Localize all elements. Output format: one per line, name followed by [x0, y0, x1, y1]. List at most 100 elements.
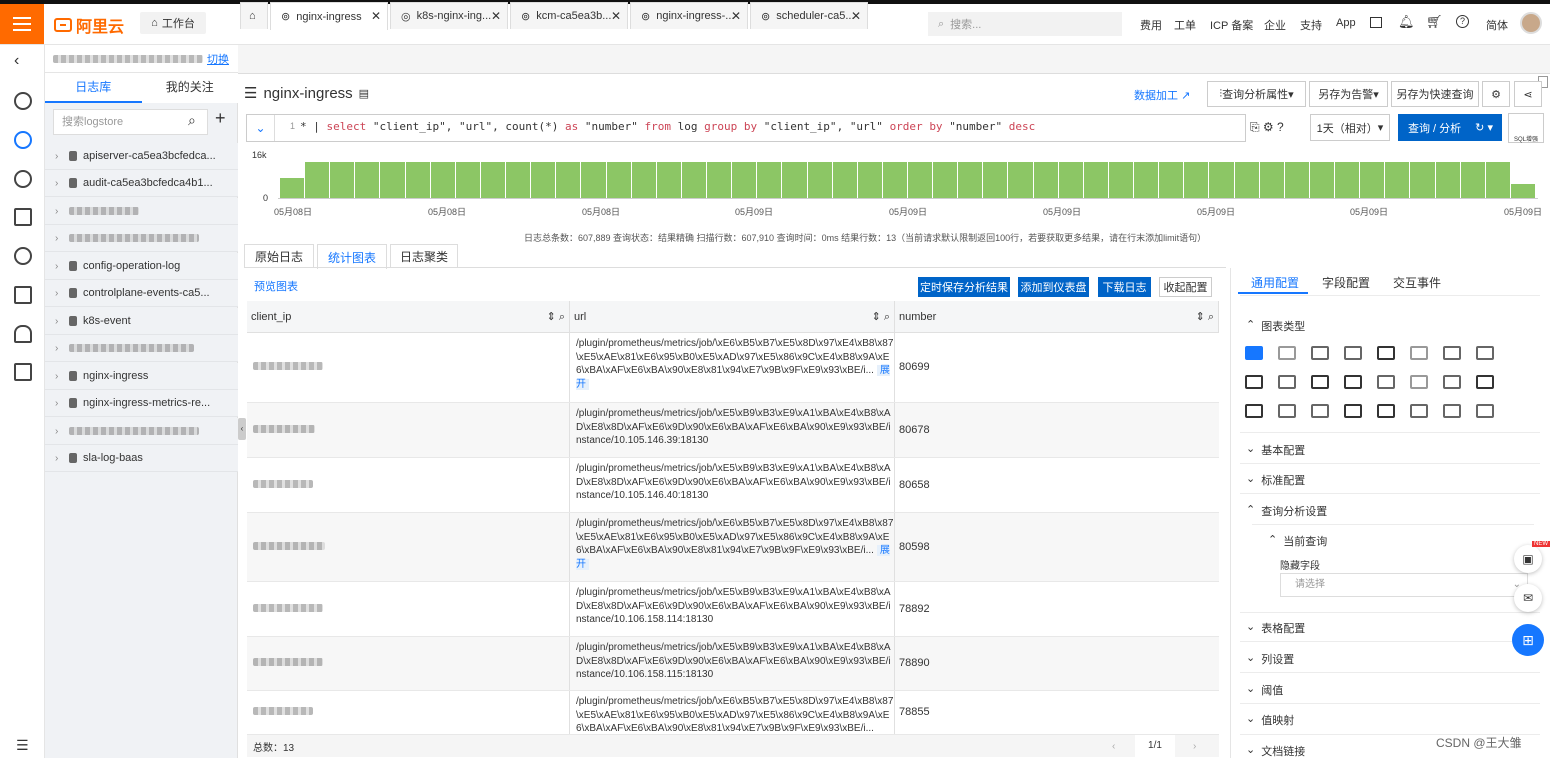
- tab-kcm[interactable]: ⊚ kcm-ca5ea3b... ✕: [510, 2, 628, 29]
- progress-bar-icon[interactable]: [1443, 346, 1461, 360]
- tab-scheduler[interactable]: ⊚ scheduler-ca5... ✕: [750, 2, 868, 29]
- topology-icon[interactable]: [1344, 404, 1362, 418]
- query-settings-section[interactable]: ⌃ 查询分析设置: [1246, 503, 1327, 519]
- column-header-number[interactable]: number ⇕ ⌕: [895, 301, 1219, 333]
- scatter-icon[interactable]: [1443, 404, 1461, 418]
- column-chart-icon[interactable]: [1344, 346, 1362, 360]
- home-tab[interactable]: ⌂: [240, 2, 268, 29]
- preview-chart-link[interactable]: 预览图表: [254, 278, 298, 294]
- hidden-fields-select[interactable]: 请选择 ⌄: [1280, 573, 1528, 597]
- logstore-item[interactable]: › nginx-ingress-metrics-re...: [45, 390, 238, 417]
- nav-enterprise[interactable]: 企业: [1264, 17, 1286, 33]
- chart-type-section[interactable]: ⌃ 图表类型: [1246, 318, 1305, 334]
- radar-icon[interactable]: [1476, 404, 1494, 418]
- close-icon[interactable]: ✕: [851, 9, 861, 23]
- histogram-bar[interactable]: [1485, 162, 1511, 198]
- histogram-bar[interactable]: [908, 162, 934, 198]
- search-analyze-button[interactable]: 查询 / 分析 ↻ ▾: [1398, 114, 1502, 141]
- table-row[interactable]: /plugin/prometheus/metrics/job/\xE6\xB5\…: [247, 691, 1219, 735]
- histogram-bar[interactable]: [1234, 162, 1260, 198]
- column-header-url[interactable]: url ⇕ ⌕: [570, 301, 895, 333]
- table-row[interactable]: /plugin/prometheus/metrics/job/\xE5\xB9\…: [247, 637, 1219, 691]
- avatar[interactable]: [1520, 12, 1542, 34]
- table-config-section[interactable]: ⌄ 表格配置: [1246, 620, 1305, 636]
- dashboard-icon[interactable]: [14, 170, 32, 188]
- tab-nginx-ingress-2[interactable]: ⊚ nginx-ingress-... ✕: [630, 2, 748, 29]
- tab-general-config[interactable]: 通用配置: [1251, 274, 1299, 291]
- box-plot-icon[interactable]: [1377, 404, 1395, 418]
- table-row[interactable]: /plugin/prometheus/metrics/job/\xE6\xB5\…: [247, 513, 1219, 582]
- nav-support[interactable]: 支持: [1300, 17, 1322, 33]
- collapse-config-button[interactable]: 收起配置: [1159, 277, 1212, 297]
- tab-log-cluster[interactable]: 日志聚类: [390, 244, 458, 268]
- histogram-bar[interactable]: [1159, 162, 1185, 198]
- add-icon[interactable]: +: [215, 108, 226, 129]
- logstore-item[interactable]: ›: [45, 335, 238, 362]
- collapse-arrow-icon[interactable]: ‹: [14, 52, 19, 70]
- histogram-bar[interactable]: [757, 162, 783, 198]
- sort-filter-icon[interactable]: ⇕ ⌕: [872, 310, 890, 324]
- histogram-bar[interactable]: [807, 162, 833, 198]
- table-row[interactable]: /plugin/prometheus/metrics/job/\xE5\xB9\…: [247, 582, 1219, 637]
- terminal-icon[interactable]: [1370, 17, 1382, 28]
- histogram-bar[interactable]: [1284, 162, 1310, 198]
- standard-config-section[interactable]: ⌄ 标准配置: [1246, 472, 1305, 488]
- logstore-item[interactable]: › audit-ca5ea3bcfedca4b1...: [45, 170, 238, 197]
- apps-float-icon[interactable]: ⊞: [1512, 624, 1544, 656]
- chevron-down-icon[interactable]: ⌄: [247, 115, 275, 141]
- single-value-icon[interactable]: [1410, 346, 1428, 360]
- next-page-icon[interactable]: ›: [1193, 741, 1196, 752]
- logstore-item[interactable]: › apiserver-ca5ea3bcfedca...: [45, 143, 238, 170]
- histogram[interactable]: [280, 162, 1536, 198]
- histogram-bar[interactable]: [1410, 162, 1436, 198]
- gear-icon[interactable]: ⚙: [1482, 81, 1510, 107]
- histogram-bar[interactable]: [1510, 183, 1536, 198]
- histogram-bar[interactable]: [656, 162, 682, 198]
- tab-interaction-events[interactable]: 交互事件: [1393, 274, 1441, 291]
- report-icon[interactable]: [14, 286, 32, 304]
- logstore-item[interactable]: › config-operation-log: [45, 253, 238, 280]
- feedback-icon[interactable]: ▣: [1514, 545, 1542, 573]
- tag-list-icon[interactable]: [1476, 346, 1494, 360]
- save-schedule-button[interactable]: 定时保存分析结果: [918, 277, 1010, 297]
- histogram-bar[interactable]: [857, 162, 883, 198]
- histogram-bar[interactable]: [1033, 162, 1059, 198]
- heatmap-icon[interactable]: [1311, 404, 1329, 418]
- histogram-bar[interactable]: [305, 162, 331, 198]
- logstore-search-input[interactable]: 搜索logstore: [53, 109, 208, 135]
- time-range-select[interactable]: 1天（相对） ▾: [1310, 114, 1390, 141]
- line-chart-icon[interactable]: [1278, 346, 1296, 360]
- column-settings-section[interactable]: ⌄ 列设置: [1246, 651, 1294, 667]
- histogram-bar[interactable]: [280, 178, 306, 198]
- histogram-bar[interactable]: [1134, 162, 1160, 198]
- close-icon[interactable]: ✕: [731, 9, 741, 23]
- table-row[interactable]: /plugin/prometheus/metrics/job/\xE6\xB5\…: [247, 333, 1219, 403]
- bar-chart-icon[interactable]: [1311, 346, 1329, 360]
- histogram-bar[interactable]: [983, 162, 1009, 198]
- search-logs-icon[interactable]: [14, 131, 32, 149]
- histogram-bar[interactable]: [707, 162, 733, 198]
- query-props-button[interactable]: ⫶ 查询分析属性 ▾: [1207, 81, 1306, 107]
- histogram-bar[interactable]: [430, 162, 456, 198]
- histogram-bar[interactable]: [1184, 162, 1210, 198]
- logstore-item[interactable]: ›: [45, 418, 238, 445]
- histogram-bar[interactable]: [1460, 162, 1486, 198]
- histogram-bar[interactable]: [732, 162, 758, 198]
- refresh-icon[interactable]: ↻ ▾: [1475, 121, 1493, 134]
- table-chart-icon[interactable]: [1245, 346, 1263, 360]
- doc-link-section[interactable]: ⌄ 文档链接: [1246, 743, 1305, 759]
- word-cloud-icon[interactable]: [1410, 375, 1428, 389]
- prev-page-icon[interactable]: ‹: [1112, 741, 1115, 752]
- nav-app[interactable]: App: [1336, 17, 1356, 29]
- query-text[interactable]: * | select "client_ip", "url", count(*) …: [300, 120, 1035, 133]
- sankey-icon[interactable]: [1377, 375, 1395, 389]
- cart-icon[interactable]: 🛒︎: [1426, 14, 1443, 30]
- data-process-link[interactable]: 数据加工 ↗: [1134, 87, 1190, 103]
- tab-logstores[interactable]: 日志库: [45, 73, 142, 103]
- close-icon[interactable]: ✕: [371, 9, 381, 23]
- histogram-bar[interactable]: [1435, 162, 1461, 198]
- histogram-bar[interactable]: [1108, 162, 1135, 198]
- copy-icon[interactable]: ▤: [359, 87, 369, 100]
- tab-nginx-ingress[interactable]: ⊚ nginx-ingress ✕: [270, 2, 388, 30]
- value-mapping-section[interactable]: ⌄ 值映射: [1246, 712, 1294, 728]
